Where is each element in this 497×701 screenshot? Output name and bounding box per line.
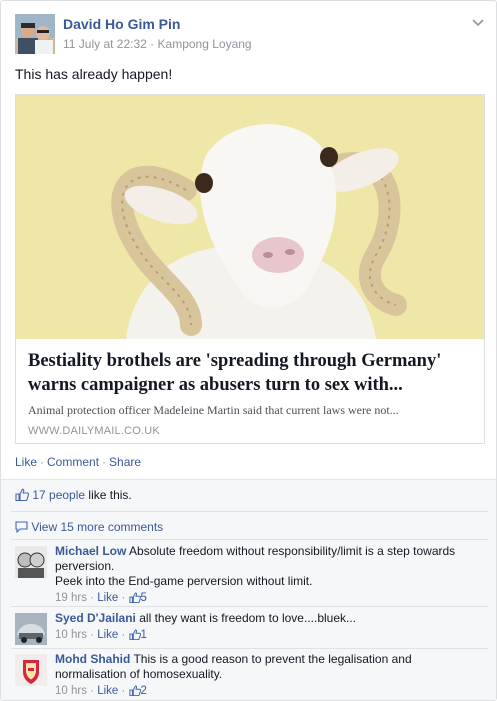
comment-text: all they want is freedom to love....blue…: [139, 611, 357, 625]
link-description: Animal protection officer Madeleine Mart…: [28, 403, 399, 417]
comment-meta: 10 hrs · Like · 1: [55, 628, 480, 645]
likes-suffix: like this.: [85, 488, 132, 502]
divider: [11, 606, 488, 607]
comment-time[interactable]: 10 hrs: [55, 629, 87, 641]
divider: [11, 511, 488, 512]
author-avatar[interactable]: [15, 14, 55, 54]
comment-time[interactable]: 19 hrs: [55, 592, 87, 604]
comment-like-button[interactable]: Like: [97, 685, 118, 697]
likes-count-link[interactable]: 17 people: [32, 488, 85, 502]
commenter-avatar[interactable]: [15, 654, 47, 686]
share-button[interactable]: Share: [109, 455, 141, 469]
comment-body: Syed D'Jailani all they want is freedom …: [55, 611, 480, 645]
comment-bubble-icon: [15, 521, 28, 536]
commenter-avatar[interactable]: [15, 546, 47, 578]
comment-meta: 10 hrs · Like · 2: [55, 684, 480, 700]
divider: [11, 648, 488, 649]
divider: [11, 539, 488, 540]
chevron-down-icon[interactable]: [471, 16, 485, 30]
view-more-comments[interactable]: View 15 more comments: [15, 520, 163, 536]
like-button[interactable]: Like: [15, 455, 37, 469]
commenter-name[interactable]: Michael Low: [55, 544, 126, 558]
meta-separator: ·: [146, 37, 158, 51]
comment-time[interactable]: 10 hrs: [55, 685, 87, 697]
thumbs-up-icon: [128, 629, 141, 645]
link-title[interactable]: Bestiality brothels are 'spreading throu…: [28, 349, 478, 397]
link-domain: WWW.DAILYMAIL.CO.UK: [28, 425, 160, 437]
thumbs-up-icon: [15, 488, 30, 504]
action-separator: ·: [40, 455, 45, 469]
link-attachment[interactable]: Bestiality brothels are 'spreading throu…: [15, 94, 485, 444]
commenter-name[interactable]: Mohd Shahid: [55, 652, 130, 666]
author-name[interactable]: David Ho Gim Pin: [63, 16, 180, 32]
post-card: David Ho Gim Pin 11 July at 22:32 · Kamp…: [0, 0, 497, 701]
post-timestamp[interactable]: 11 July at 22:32: [63, 37, 147, 51]
comment-body: Mohd Shahid This is a good reason to pre…: [55, 652, 480, 700]
comment-button[interactable]: Comment: [47, 455, 99, 469]
link-image: [16, 95, 484, 339]
post-header: David Ho Gim Pin 11 July at 22:32 · Kamp…: [15, 14, 485, 56]
post-meta: 11 July at 22:32 · Kampong Loyang: [63, 37, 252, 51]
thumbs-up-icon: [128, 685, 141, 700]
post-location[interactable]: Kampong Loyang: [158, 37, 252, 51]
action-separator: ·: [102, 455, 107, 469]
comment-like-button[interactable]: Like: [97, 592, 118, 604]
commenter-name[interactable]: Syed D'Jailani: [55, 611, 136, 625]
comment-body: Michael Low Absolute freedom without res…: [55, 544, 480, 608]
post-actions: Like · Comment · Share: [15, 455, 141, 469]
likes-summary: 17 people like this.: [15, 488, 132, 504]
commenter-avatar[interactable]: [15, 613, 47, 645]
post-text: This has already happen!: [15, 66, 173, 82]
comment-like-button[interactable]: Like: [97, 629, 118, 641]
comment-like-count[interactable]: 2: [141, 685, 147, 697]
feedback-section: 17 people like this. View 15 more commen…: [1, 479, 496, 700]
comment-text-line2: Peek into the End-game perversion withou…: [55, 574, 313, 588]
view-more-label[interactable]: View 15 more comments: [31, 520, 163, 534]
comment-like-count[interactable]: 1: [141, 629, 147, 641]
comment-like-count[interactable]: 5: [141, 592, 147, 604]
